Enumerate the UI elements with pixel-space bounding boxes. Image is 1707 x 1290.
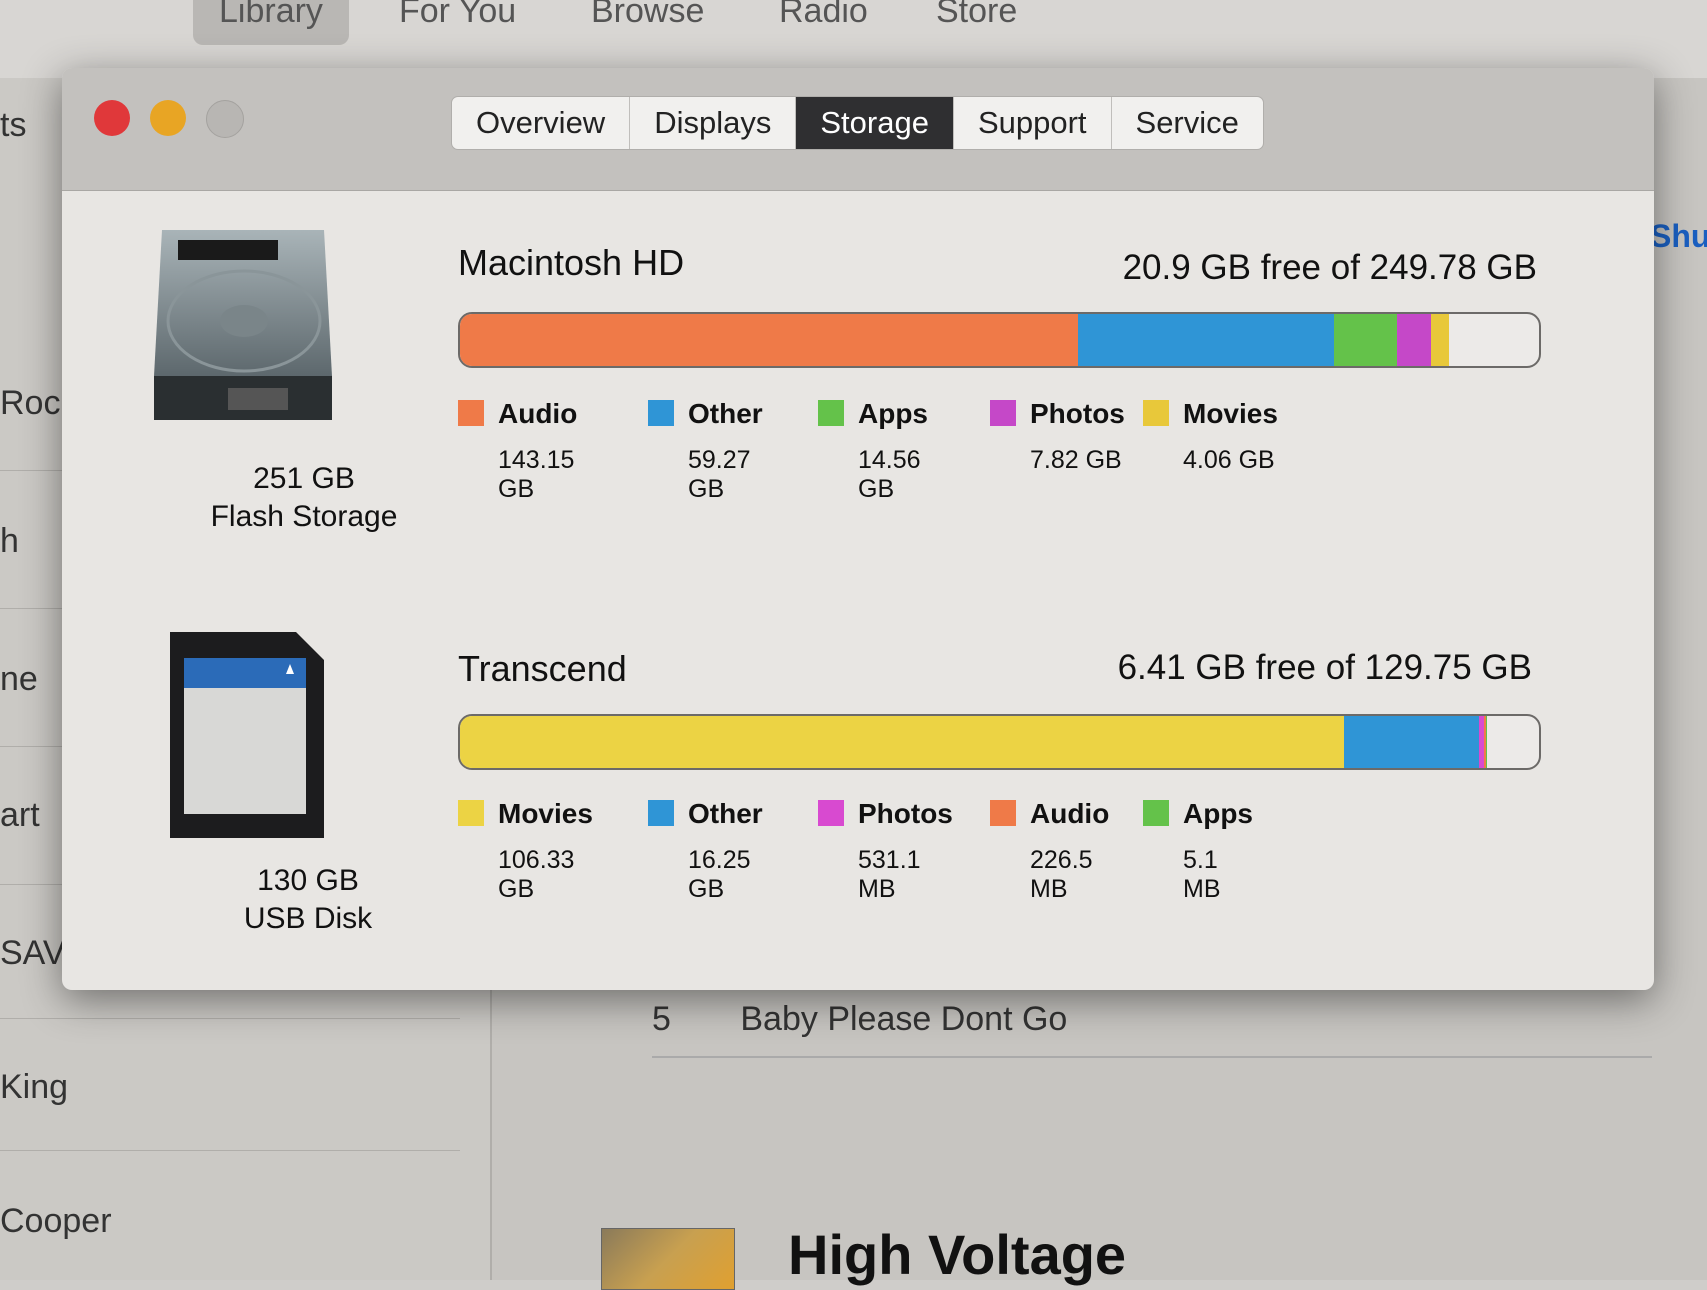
legend-size: 4.06 GB — [1183, 446, 1275, 474]
legend-size: 143.15 GB — [498, 446, 575, 503]
legend-swatch — [648, 400, 674, 426]
storage-segment-apps[interactable] — [1334, 314, 1398, 366]
legend-category: Photos — [1030, 398, 1125, 429]
volume-free-space: 6.41 GB free of 129.75 GB — [1117, 648, 1532, 687]
minimize-button[interactable] — [150, 100, 186, 136]
sidebar-item[interactable]: Cooper — [0, 1202, 112, 1241]
sidebar-item[interactable]: Roc — [0, 384, 60, 423]
legend-swatch — [990, 800, 1016, 826]
storage-segment-audio[interactable] — [460, 314, 1079, 366]
legend-item: Other 16.25 GB — [648, 798, 763, 904]
shuffle-link[interactable]: Shuf — [1650, 218, 1707, 255]
legend-swatch — [818, 400, 844, 426]
sd-card-icon — [170, 632, 324, 838]
legend-size: 5.1 MB — [1183, 846, 1221, 903]
legend-item: Apps 5.1 MB — [1143, 798, 1253, 904]
track-row[interactable]: 5 Baby Please Dont Go — [652, 1000, 1067, 1039]
legend-category: Other — [688, 398, 763, 429]
sidebar-item[interactable]: ts — [0, 106, 26, 145]
zoom-button[interactable] — [206, 100, 244, 138]
disk-capacity: 251 GB — [253, 462, 355, 495]
album-title: High Voltage — [788, 1223, 1127, 1286]
tab-storage[interactable]: Storage — [796, 97, 954, 149]
legend-size: 7.82 GB — [1030, 446, 1122, 474]
tab-service[interactable]: Service — [1112, 97, 1263, 149]
sidebar-item[interactable]: h — [0, 522, 19, 561]
album-art[interactable] — [601, 1228, 735, 1290]
hard-drive-icon — [154, 230, 332, 420]
storage-segment-other[interactable] — [1078, 314, 1335, 366]
divider — [652, 1056, 1652, 1058]
legend-category: Apps — [1183, 798, 1253, 829]
close-button[interactable] — [94, 100, 130, 136]
tab-displays[interactable]: Displays — [630, 97, 797, 149]
legend-category: Movies — [498, 798, 593, 829]
storage-bar — [458, 714, 1541, 770]
tab-radio[interactable]: Radio — [753, 0, 894, 45]
storage-segment-photos[interactable] — [1397, 314, 1432, 366]
tab-library[interactable]: Library — [193, 0, 349, 45]
legend-size: 531.1 MB — [858, 846, 921, 903]
tab-support[interactable]: Support — [954, 97, 1112, 149]
legend-item: Audio 143.15 GB — [458, 398, 577, 504]
volume-name: Macintosh HD — [458, 242, 685, 283]
title-bar: Overview Displays Storage Support Servic… — [62, 68, 1654, 191]
legend-swatch — [1143, 400, 1169, 426]
legend-size: 106.33 GB — [498, 846, 575, 903]
legend-size: 226.5 MB — [1030, 846, 1093, 903]
disk-type: Flash Storage — [210, 500, 398, 533]
legend-category: Movies — [1183, 398, 1278, 429]
legend-category: Other — [688, 798, 763, 829]
disk-type: USB Disk — [243, 902, 373, 935]
legend-category: Audio — [1030, 798, 1110, 829]
volume-free-space: 20.9 GB free of 249.78 GB — [1122, 248, 1537, 287]
divider — [0, 1150, 460, 1151]
segmented-tabs: Overview Displays Storage Support Servic… — [451, 96, 1264, 150]
legend-item: Photos 531.1 MB — [818, 798, 953, 904]
legend-item: Other 59.27 GB — [648, 398, 763, 504]
sidebar-item[interactable]: King — [0, 1068, 68, 1107]
legend-item: Photos 7.82 GB — [990, 398, 1125, 475]
legend-item: Audio 226.5 MB — [990, 798, 1109, 904]
sidebar-item[interactable]: art — [0, 796, 40, 835]
legend-swatch — [458, 800, 484, 826]
legend-category: Audio — [498, 398, 578, 429]
storage-bar — [458, 312, 1541, 368]
legend-swatch — [458, 400, 484, 426]
track-title: Baby Please Dont Go — [740, 1000, 1068, 1038]
disk-capacity: 130 GB — [257, 864, 359, 897]
storage-segment-movies[interactable] — [1431, 314, 1449, 366]
legend-swatch — [990, 400, 1016, 426]
legend-swatch — [818, 800, 844, 826]
legend-item: Movies 106.33 GB — [458, 798, 593, 904]
divider — [0, 1018, 460, 1019]
legend-swatch — [648, 800, 674, 826]
legend-item: Movies 4.06 GB — [1143, 398, 1278, 475]
storage-segment-other[interactable] — [1344, 716, 1480, 768]
tab-browse[interactable]: Browse — [565, 0, 730, 45]
tab-for-you[interactable]: For You — [373, 0, 542, 45]
legend-item: Apps 14.56 GB — [818, 398, 928, 504]
storage-segment-apps[interactable] — [1485, 716, 1487, 768]
tab-store[interactable]: Store — [910, 0, 1043, 45]
tab-overview[interactable]: Overview — [452, 97, 631, 149]
legend-swatch — [1143, 800, 1169, 826]
track-number: 5 — [652, 1000, 671, 1038]
about-this-mac-window: Overview Displays Storage Support Servic… — [62, 68, 1654, 990]
storage-segment-movies[interactable] — [460, 716, 1345, 768]
volume-name: Transcend — [458, 648, 627, 689]
legend-category: Photos — [858, 798, 953, 829]
legend-size: 59.27 GB — [688, 446, 751, 503]
legend-size: 16.25 GB — [688, 846, 751, 903]
legend-size: 14.56 GB — [858, 446, 921, 503]
legend-category: Apps — [858, 398, 928, 429]
sidebar-item[interactable]: ne — [0, 660, 38, 699]
